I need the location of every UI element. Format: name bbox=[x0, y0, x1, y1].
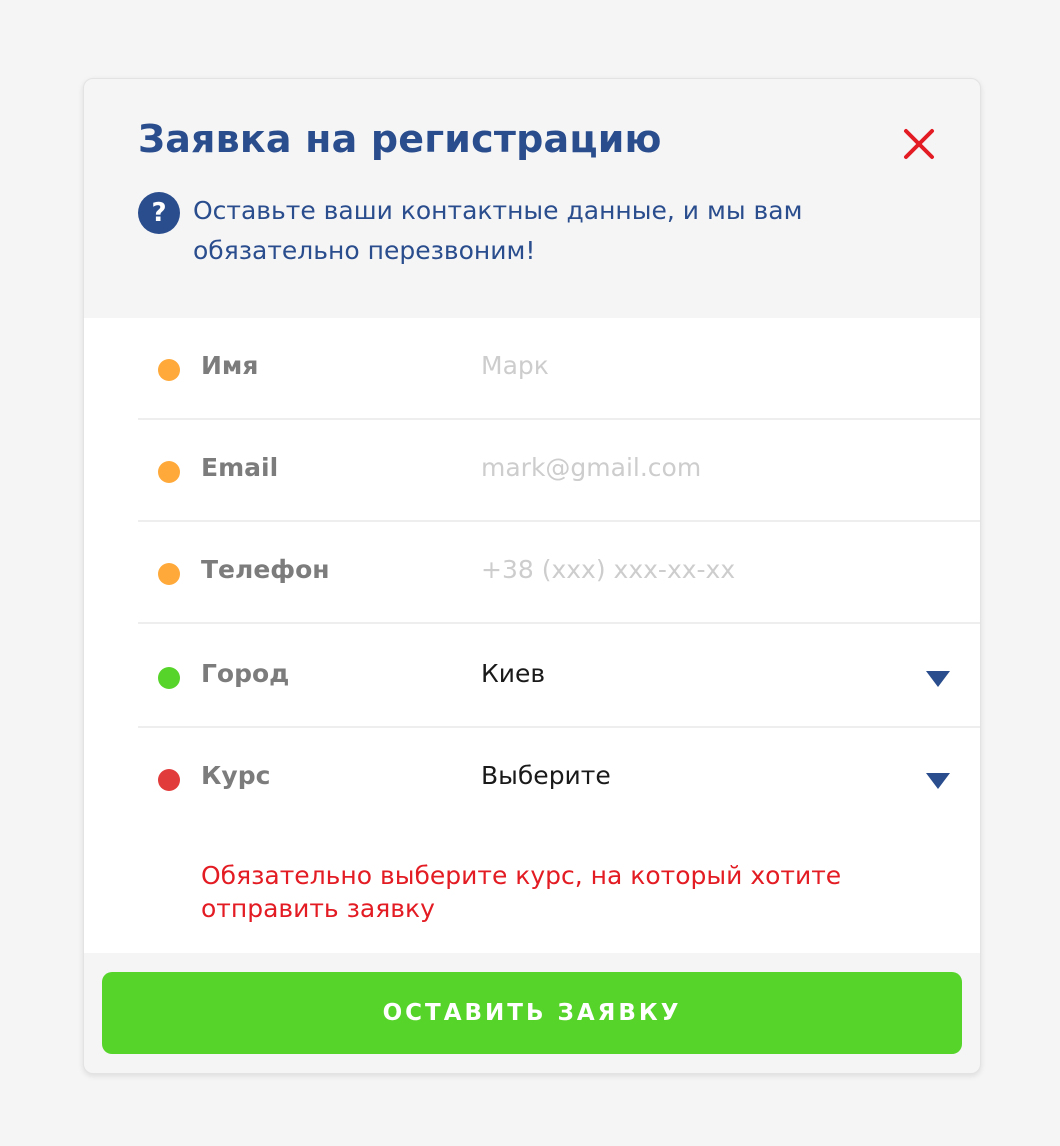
status-dot-valid bbox=[158, 667, 180, 689]
name-input[interactable] bbox=[481, 351, 921, 380]
field-label: Телефон bbox=[201, 555, 330, 584]
error-message: Обязательно выберите курс, на который хо… bbox=[201, 861, 842, 923]
modal-title: Заявка на регистрацию bbox=[138, 117, 662, 161]
status-dot-warning bbox=[158, 563, 180, 585]
field-label: Имя bbox=[201, 351, 259, 380]
form-row-city[interactable]: Город Киев bbox=[138, 624, 980, 728]
registration-modal: Заявка на регистрацию ? Оставьте ваши ко… bbox=[83, 78, 981, 1074]
close-icon[interactable] bbox=[902, 127, 936, 161]
email-input[interactable] bbox=[481, 453, 921, 482]
modal-subtitle: Оставьте ваши контактные данные, и мы ва… bbox=[193, 196, 803, 265]
form-row-email: Email bbox=[138, 420, 980, 522]
status-dot-warning bbox=[158, 461, 180, 483]
course-select-value[interactable]: Выберите bbox=[481, 761, 611, 790]
submit-button[interactable]: ОСТАВИТЬ ЗАЯВКУ bbox=[102, 972, 962, 1054]
chevron-down-icon[interactable] bbox=[926, 773, 950, 789]
question-icon: ? bbox=[138, 192, 180, 234]
registration-form: Имя Email Телефон Город Киев Курс Выбери… bbox=[84, 318, 980, 953]
form-row-phone: Телефон bbox=[138, 522, 980, 624]
field-label: Город bbox=[201, 659, 290, 688]
city-select-value[interactable]: Киев bbox=[481, 659, 545, 688]
status-dot-warning bbox=[158, 359, 180, 381]
modal-header: Заявка на регистрацию ? Оставьте ваши ко… bbox=[84, 79, 980, 319]
field-label: Курс bbox=[201, 761, 271, 790]
status-dot-error bbox=[158, 769, 180, 791]
form-row-name: Имя bbox=[138, 318, 980, 420]
form-row-course[interactable]: Курс Выберите bbox=[138, 728, 980, 830]
chevron-down-icon[interactable] bbox=[926, 671, 950, 687]
field-label: Email bbox=[201, 453, 279, 482]
phone-input[interactable] bbox=[481, 555, 921, 584]
